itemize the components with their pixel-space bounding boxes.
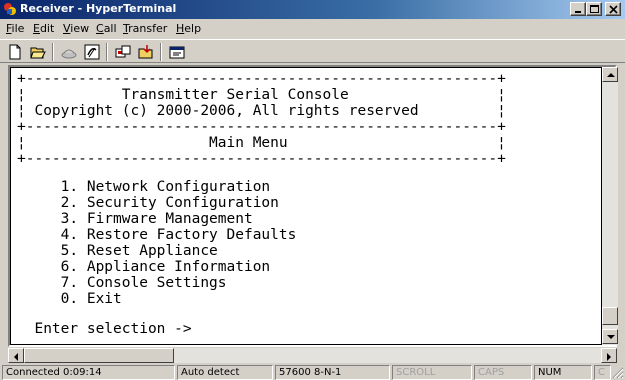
menu-call-rest: all bbox=[103, 22, 117, 35]
dial-button[interactable] bbox=[81, 42, 103, 62]
arrow-right-icon bbox=[607, 353, 611, 361]
menu-option-4: 4. Restore Factory Defaults bbox=[17, 227, 297, 243]
menu-option-1: 1. Network Configuration bbox=[17, 179, 271, 195]
status-connected: Connected 0:09:14 bbox=[2, 365, 175, 380]
minimize-button[interactable] bbox=[570, 2, 586, 16]
status-caps: CAPS bbox=[474, 365, 532, 380]
resize-grip-icon[interactable] bbox=[612, 367, 624, 379]
dial-icon bbox=[84, 44, 100, 60]
arrow-up-icon bbox=[607, 73, 615, 77]
arrow-down-icon bbox=[607, 335, 615, 339]
terminal-line: ¦ Transmitter Serial Console ¦ bbox=[17, 87, 506, 103]
disconnect-button[interactable] bbox=[58, 42, 80, 62]
terminal-line: ¦ Main Menu ¦ bbox=[17, 135, 506, 151]
toolbar-separator bbox=[52, 43, 54, 61]
scroll-down-button[interactable] bbox=[602, 329, 618, 344]
menu-file-rest: ile bbox=[11, 22, 25, 35]
hyperterminal-window: Receiver - HyperTerminal File Edit View … bbox=[0, 0, 625, 380]
send-button[interactable] bbox=[112, 42, 134, 62]
menu-transfer[interactable]: Transfer bbox=[123, 22, 167, 35]
arrow-left-icon bbox=[14, 353, 18, 361]
disconnect-icon bbox=[61, 49, 77, 59]
new-connection-icon bbox=[9, 44, 21, 60]
maximize-icon bbox=[590, 5, 599, 13]
menu-option-0: 0. Exit bbox=[17, 291, 122, 307]
menu-option-3: 3. Firmware Management bbox=[17, 211, 253, 227]
open-button[interactable] bbox=[27, 42, 49, 62]
receive-icon bbox=[138, 45, 153, 59]
terminal-line: +---------------------------------------… bbox=[17, 71, 506, 87]
properties-button[interactable] bbox=[166, 42, 188, 62]
properties-icon bbox=[169, 46, 185, 59]
terminal-line: +---------------------------------------… bbox=[17, 151, 506, 167]
menu-help[interactable]: Help bbox=[176, 22, 201, 35]
close-icon bbox=[609, 5, 618, 14]
menu-option-5: 5. Reset Appliance bbox=[17, 243, 218, 259]
menu-view[interactable]: View bbox=[63, 22, 89, 35]
menu-edit[interactable]: Edit bbox=[33, 22, 54, 35]
menu-edit-rest: dit bbox=[39, 22, 55, 35]
open-icon bbox=[30, 47, 46, 59]
send-icon bbox=[115, 45, 131, 58]
title-bar[interactable]: Receiver - HyperTerminal bbox=[0, 0, 625, 19]
window-title: Receiver - HyperTerminal bbox=[20, 2, 177, 15]
horizontal-scrollbar[interactable] bbox=[8, 348, 617, 363]
menu-file[interactable]: File bbox=[6, 22, 24, 35]
menu-call-mnemonic: C bbox=[96, 22, 104, 35]
menu-option-2: 2. Security Configuration bbox=[17, 195, 279, 211]
scroll-right-button[interactable] bbox=[601, 348, 617, 363]
new-connection-button[interactable] bbox=[4, 42, 26, 62]
vertical-scroll-thumb[interactable] bbox=[602, 307, 618, 325]
receive-button[interactable] bbox=[135, 42, 157, 62]
minimize-icon bbox=[575, 11, 581, 13]
toolbar-separator bbox=[106, 43, 108, 61]
scroll-up-button[interactable] bbox=[602, 67, 618, 82]
menu-bar: File Edit View Call Transfer Help bbox=[0, 19, 625, 38]
status-scroll: SCROLL bbox=[392, 365, 472, 380]
vertical-scrollbar[interactable] bbox=[602, 67, 618, 345]
toolbar-separator bbox=[160, 43, 162, 61]
menu-edit-mnemonic: E bbox=[33, 22, 40, 35]
horizontal-scroll-thumb[interactable] bbox=[24, 348, 174, 363]
status-bar: Connected 0:09:14 Auto detect 57600 8-N-… bbox=[0, 364, 625, 380]
menu-option-7: 7. Console Settings bbox=[17, 275, 227, 291]
hyperterminal-app-icon[interactable] bbox=[3, 2, 17, 16]
status-num: NUM bbox=[534, 365, 592, 380]
toolbar bbox=[0, 39, 625, 63]
selection-prompt: Enter selection -> bbox=[17, 321, 192, 337]
menu-call[interactable]: Call bbox=[96, 22, 117, 35]
status-detect: Auto detect bbox=[177, 365, 273, 380]
terminal-line: +---------------------------------------… bbox=[17, 119, 506, 135]
menu-option-6: 6. Appliance Information bbox=[17, 259, 271, 275]
menu-transfer-rest: ransfer bbox=[128, 22, 168, 35]
maximize-button[interactable] bbox=[586, 2, 602, 16]
status-port-settings: 57600 8-N-1 bbox=[275, 365, 390, 380]
terminal-screen[interactable]: +---------------------------------------… bbox=[11, 68, 601, 344]
terminal-frame: +---------------------------------------… bbox=[8, 65, 618, 347]
terminal-line: ¦ Copyright (c) 2000-2006, All rights re… bbox=[17, 103, 506, 119]
menu-view-rest: iew bbox=[70, 22, 90, 35]
scroll-left-button[interactable] bbox=[8, 348, 24, 363]
status-capture: C bbox=[594, 365, 611, 380]
menu-help-rest: elp bbox=[184, 22, 202, 35]
close-button[interactable] bbox=[605, 2, 621, 16]
